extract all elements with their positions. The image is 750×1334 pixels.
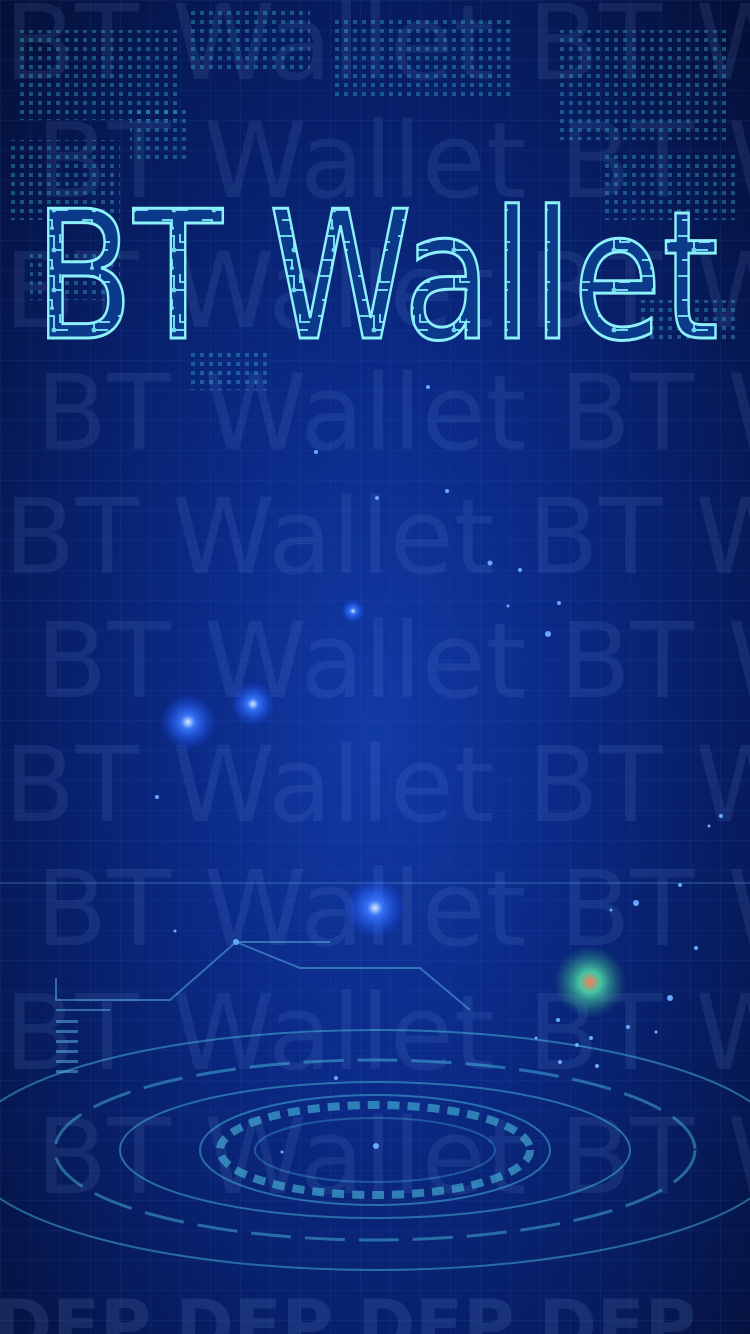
bt-wallet-logo: BT Wallet [34, 190, 721, 355]
splash-screen: BT Wallet BT Wallet BT Wallet BT Wallet … [0, 0, 750, 1334]
logo-text: BT Wallet [34, 190, 719, 355]
